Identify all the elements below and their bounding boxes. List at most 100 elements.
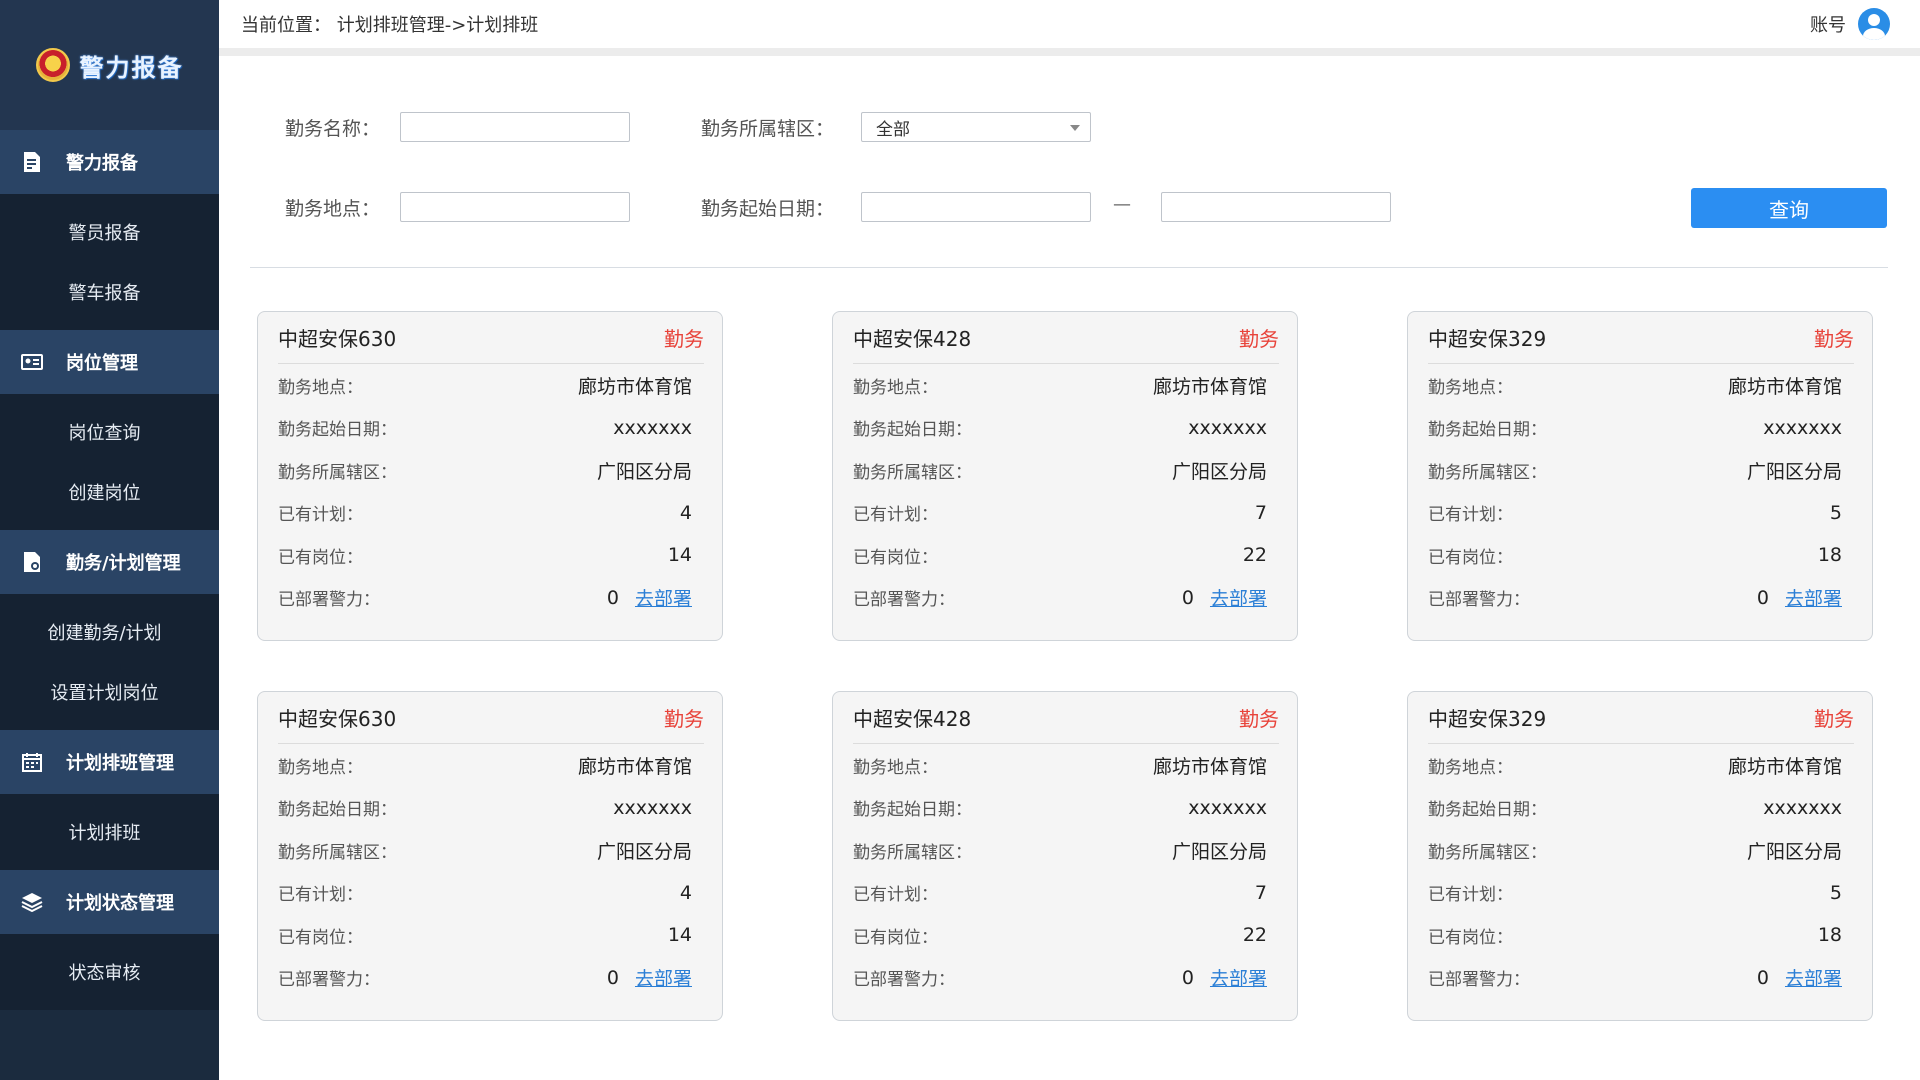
document-gear-icon <box>20 550 44 574</box>
card-row-start-date: 勤务起始日期： xxxxxxx <box>853 787 1279 830</box>
duty-card: 中超安保630 勤务 勤务地点： 廊坊市体育馆 勤务起始日期： xxxxxxx 勤务… <box>257 691 723 1021</box>
deploy-link[interactable]: 去部署 <box>635 584 692 611</box>
row-label: 已有计划： <box>278 505 363 526</box>
card-title: 中超安保428 <box>853 707 972 731</box>
start-date-from-input[interactable] <box>861 192 1091 222</box>
file-edit-icon <box>20 150 44 174</box>
duty-name-input[interactable] <box>400 112 630 142</box>
card-header: 中超安保428 勤务 <box>853 692 1279 744</box>
row-value: 7 <box>1254 881 1267 904</box>
row-value: 广阳区分局 <box>1171 460 1267 483</box>
row-value: 7 <box>1254 501 1267 524</box>
card-header: 中超安保329 勤务 <box>1428 312 1854 364</box>
card-header: 中超安保630 勤务 <box>278 312 704 364</box>
row-value: 5 <box>1829 501 1842 524</box>
sidebar-item-post-query[interactable]: 岗位查询 <box>0 402 219 462</box>
sidebar-item-status-review[interactable]: 状态审核 <box>0 942 219 1002</box>
account-menu[interactable]: 账号 <box>1810 8 1890 40</box>
app-logo: 警力报备 <box>0 0 219 130</box>
card-header: 中超安保630 勤务 <box>278 692 704 744</box>
layers-icon <box>20 890 44 914</box>
duty-name-label: 勤务名称： <box>285 118 381 140</box>
card-row-location: 勤务地点： 廊坊市体育馆 <box>853 364 1279 407</box>
row-label: 已有岗位： <box>853 547 938 568</box>
sidebar-group-duty-plan-management[interactable]: 勤务/计划管理 <box>0 530 219 594</box>
row-value: 4 <box>679 881 692 904</box>
sidebar-item-vehicle-report[interactable]: 警车报备 <box>0 262 219 322</box>
row-label: 勤务地点： <box>853 377 938 398</box>
card-type-tag: 勤务 <box>1239 327 1279 351</box>
calendar-icon <box>20 750 44 774</box>
duty-district-selected: 全部 <box>876 119 910 140</box>
row-value: xxxxxxx <box>613 796 692 819</box>
row-value: 0 <box>1756 586 1769 609</box>
card-type-tag: 勤务 <box>664 327 704 351</box>
sidebar-group-police-report[interactable]: 警力报备 <box>0 130 219 194</box>
card-row-posts: 已有岗位： 22 <box>853 914 1279 957</box>
row-label: 勤务起始日期： <box>278 420 397 441</box>
duty-location-input[interactable] <box>400 192 630 222</box>
row-label: 勤务起始日期： <box>278 800 397 821</box>
card-type-tag: 勤务 <box>1239 707 1279 731</box>
row-value: xxxxxxx <box>1763 416 1842 439</box>
row-label: 已有计划： <box>853 885 938 906</box>
row-value: 4 <box>679 501 692 524</box>
row-value: 0 <box>606 966 619 989</box>
breadcrumb: 当前位置： 计划排班管理->计划排班 <box>241 15 539 36</box>
row-value: 14 <box>667 544 692 567</box>
card-row-location: 勤务地点： 廊坊市体育馆 <box>1428 744 1854 787</box>
sidebar-group-plan-scheduling-management[interactable]: 计划排班管理 <box>0 730 219 794</box>
deploy-link[interactable]: 去部署 <box>635 964 692 991</box>
row-value: 0 <box>1181 966 1194 989</box>
card-row-posts: 已有岗位： 14 <box>278 914 704 957</box>
sidebar-group-label: 岗位管理 <box>66 353 138 374</box>
query-button[interactable]: 查询 <box>1691 188 1887 228</box>
card-row-posts: 已有岗位： 14 <box>278 534 704 577</box>
row-label: 已有计划： <box>1428 505 1513 526</box>
duty-district-select[interactable]: 全部 <box>861 112 1091 142</box>
row-value: xxxxxxx <box>1188 796 1267 819</box>
sidebar: 警力报备 警力报备 警员报备 警车报备 岗位管理 岗位查询 创建岗位 勤务/计划… <box>0 0 219 1080</box>
card-header: 中超安保329 勤务 <box>1428 692 1854 744</box>
sidebar-item-create-post[interactable]: 创建岗位 <box>0 462 219 522</box>
row-value: 广阳区分局 <box>1171 840 1267 863</box>
card-type-tag: 勤务 <box>1814 327 1854 351</box>
sidebar-group-plan-status-management[interactable]: 计划状态管理 <box>0 870 219 934</box>
card-type-tag: 勤务 <box>1814 707 1854 731</box>
row-label: 勤务起始日期： <box>853 800 972 821</box>
sidebar-item-set-plan-post[interactable]: 设置计划岗位 <box>0 662 219 722</box>
row-label: 已有计划： <box>278 885 363 906</box>
row-value: 0 <box>606 586 619 609</box>
sidebar-item-plan-scheduling[interactable]: 计划排班 <box>0 802 219 862</box>
card-row-plans: 已有计划： 7 <box>853 492 1279 535</box>
duty-card: 中超安保630 勤务 勤务地点： 廊坊市体育馆 勤务起始日期： xxxxxxx 勤务… <box>257 311 723 641</box>
duty-location-label: 勤务地点： <box>285 198 381 220</box>
sidebar-item-create-duty-plan[interactable]: 创建勤务/计划 <box>0 602 219 662</box>
sidebar-group-post-management[interactable]: 岗位管理 <box>0 330 219 394</box>
row-label: 已有岗位： <box>278 927 363 948</box>
row-value: 14 <box>667 924 692 947</box>
card-row-location: 勤务地点： 廊坊市体育馆 <box>278 744 704 787</box>
card-row-posts: 已有岗位： 22 <box>853 534 1279 577</box>
card-row-plans: 已有计划： 4 <box>278 872 704 915</box>
row-label: 勤务地点： <box>1428 377 1513 398</box>
card-row-district: 勤务所属辖区： 广阳区分局 <box>853 449 1279 492</box>
row-label: 勤务所属辖区： <box>278 842 397 863</box>
sidebar-group-label: 勤务/计划管理 <box>66 553 181 574</box>
start-date-to-input[interactable] <box>1161 192 1391 222</box>
card-title: 中超安保630 <box>278 327 397 351</box>
user-avatar-icon[interactable] <box>1858 8 1890 40</box>
deploy-link[interactable]: 去部署 <box>1785 964 1842 991</box>
row-value: 广阳区分局 <box>1746 460 1842 483</box>
card-row-location: 勤务地点： 廊坊市体育馆 <box>278 364 704 407</box>
deploy-link[interactable]: 去部署 <box>1210 964 1267 991</box>
card-row-start-date: 勤务起始日期： xxxxxxx <box>1428 787 1854 830</box>
duty-card: 中超安保428 勤务 勤务地点： 廊坊市体育馆 勤务起始日期： xxxxxxx 勤务… <box>832 311 1298 641</box>
app-title: 警力报备 <box>79 53 184 82</box>
sidebar-submenu: 岗位查询 创建岗位 <box>0 394 219 530</box>
card-row-deployed: 已部署警力： 0 去部署 <box>278 957 704 1000</box>
deploy-link[interactable]: 去部署 <box>1785 584 1842 611</box>
row-label: 勤务地点： <box>278 757 363 778</box>
sidebar-item-officer-report[interactable]: 警员报备 <box>0 202 219 262</box>
deploy-link[interactable]: 去部署 <box>1210 584 1267 611</box>
